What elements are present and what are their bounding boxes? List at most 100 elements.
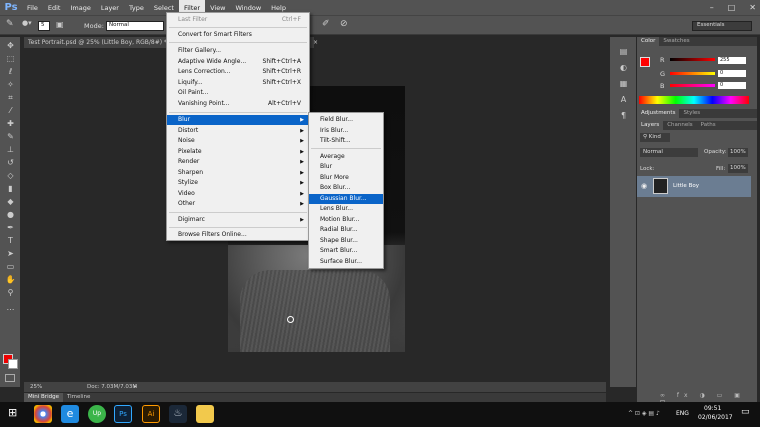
r-slider[interactable] (670, 58, 715, 61)
menu-file[interactable]: File (22, 0, 43, 15)
pen-tool-icon[interactable]: ✒ (5, 223, 16, 232)
photoshop-taskbar-icon[interactable]: Ps (114, 405, 132, 423)
pressure-icon[interactable]: ⊘ (340, 19, 348, 29)
tab-color[interactable]: Color (637, 37, 660, 46)
opacity-field[interactable]: 100% (728, 148, 748, 157)
illustrator-taskbar-icon[interactable]: Ai (142, 405, 160, 423)
quick-select-tool-icon[interactable]: ✧ (5, 80, 16, 89)
brush-tool-icon[interactable]: ✎ (5, 132, 16, 141)
eraser-tool-icon[interactable]: ◇ (5, 171, 16, 180)
menu-adaptive-wide-angle[interactable]: Adaptive Wide Angle... Shift+Ctrl+A (167, 57, 309, 67)
menu-stylize[interactable]: Stylize ▶ (167, 178, 309, 188)
menu-image[interactable]: Image (65, 0, 95, 15)
menu-blur[interactable]: Blur ▶ (167, 115, 309, 125)
visibility-eye-icon[interactable]: ◉ (641, 182, 647, 190)
marquee-tool-icon[interactable]: ⬚ (5, 54, 16, 63)
background-color-swatch[interactable] (8, 359, 18, 369)
menu-layer[interactable]: Layer (96, 0, 124, 15)
menu-lens-correction[interactable]: Lens Correction... Shift+Ctrl+R (167, 67, 309, 77)
menu-liquify[interactable]: Liquify... Shift+Ctrl+X (167, 78, 309, 88)
blur-surface-blur[interactable]: Surface Blur... (309, 257, 383, 267)
blur-field-blur[interactable]: Field Blur... (309, 115, 383, 125)
fill-field[interactable]: 100% (728, 164, 748, 173)
menu-edit[interactable]: Edit (43, 0, 66, 15)
mode-select[interactable]: Normal (106, 21, 164, 31)
blur-radial-blur[interactable]: Radial Blur... (309, 225, 383, 235)
chrome-icon[interactable] (34, 405, 52, 423)
history-brush-icon[interactable]: ↺ (5, 158, 16, 167)
menu-digimarc[interactable]: Digimarc ▶ (167, 215, 309, 225)
menu-type[interactable]: Type (124, 0, 149, 15)
history-panel-icon[interactable]: ▤ (618, 47, 629, 56)
zoom-tool-icon[interactable]: ⚲ (5, 288, 16, 297)
brush-presets-icon[interactable]: ▦ (618, 79, 629, 88)
lasso-tool-icon[interactable]: ℓ (5, 67, 16, 76)
layer-row[interactable]: ◉ Little Boy (637, 176, 751, 197)
r-value[interactable]: 255 (718, 57, 746, 64)
blur-gaussian-blur[interactable]: Gaussian Blur... (309, 194, 383, 204)
stamp-tool-icon[interactable]: ⊥ (5, 145, 16, 154)
layer-name[interactable]: Little Boy (673, 183, 699, 189)
blur-box-blur[interactable]: Box Blur... (309, 183, 383, 193)
airbrush-icon[interactable]: ✐ (322, 19, 330, 29)
brush-panel-icon[interactable]: ▣ (56, 20, 64, 29)
paragraph-panel-icon[interactable]: ¶ (618, 111, 629, 120)
hand-tool-icon[interactable]: ✋ (5, 275, 16, 284)
blur-blur-more[interactable]: Blur More (309, 173, 383, 183)
blur-tool-icon[interactable]: ◆ (5, 197, 16, 206)
tab-channels[interactable]: Channels (663, 121, 696, 130)
tab-paths[interactable]: Paths (697, 121, 720, 130)
menu-filter-gallery[interactable]: Filter Gallery... (167, 46, 309, 56)
close-icon[interactable]: ✕ (749, 3, 756, 12)
brush-size-field[interactable]: 5 (38, 21, 50, 31)
gradient-tool-icon[interactable]: ▮ (5, 184, 16, 193)
blur-iris-blur[interactable]: Iris Blur... (309, 126, 383, 136)
tab-timeline[interactable]: Timeline (63, 393, 94, 402)
status-arrow-icon[interactable]: ▸ (134, 382, 137, 392)
clock-time[interactable]: 09:51 (704, 405, 721, 412)
blur-tilt-shift[interactable]: Tilt-Shift... (309, 136, 383, 146)
path-select-tool-icon[interactable]: ➤ (5, 249, 16, 258)
tray-icons[interactable]: ^ ⊡ ◈ ▤ ♪ (628, 410, 660, 417)
language-indicator[interactable]: ENG (676, 410, 689, 417)
tab-styles[interactable]: Styles (679, 109, 704, 118)
menu-render[interactable]: Render ▶ (167, 157, 309, 167)
b-slider[interactable] (670, 84, 715, 87)
layer-filter-kind[interactable]: ⚲ Kind (640, 133, 670, 142)
crop-tool-icon[interactable]: ⌗ (5, 93, 16, 102)
document-close-icon[interactable]: × (313, 37, 318, 48)
notifications-icon[interactable]: ▭ (741, 407, 750, 417)
menu-video[interactable]: Video ▶ (167, 189, 309, 199)
shape-tool-icon[interactable]: ▭ (5, 262, 16, 271)
tab-mini-bridge[interactable]: Mini Bridge (24, 393, 63, 402)
clock-date[interactable]: 02/06/2017 (698, 414, 733, 421)
dodge-tool-icon[interactable]: ● (5, 210, 16, 219)
move-tool-icon[interactable]: ✥ (5, 41, 16, 50)
menu-oil-paint[interactable]: Oil Paint... (167, 88, 309, 98)
upwork-icon[interactable]: Up (88, 405, 106, 423)
menu-distort[interactable]: Distort ▶ (167, 126, 309, 136)
blur-lens-blur[interactable]: Lens Blur... (309, 204, 383, 214)
menu-browse-filters-online[interactable]: Browse Filters Online... (167, 230, 309, 240)
color-fg-swatch[interactable] (640, 57, 650, 67)
tab-adjustments[interactable]: Adjustments (637, 109, 680, 118)
type-tool-icon[interactable]: T (5, 236, 16, 245)
menu-convert-smart-filters[interactable]: Convert for Smart Filters (167, 30, 309, 40)
more-tools-icon[interactable]: … (5, 303, 16, 312)
g-slider[interactable] (670, 72, 715, 75)
blur-shape-blur[interactable]: Shape Blur... (309, 236, 383, 246)
menu-last-filter[interactable]: Last Filter Ctrl+F (167, 15, 309, 25)
eyedropper-tool-icon[interactable]: ⁄ (5, 106, 16, 115)
healing-tool-icon[interactable]: ✚ (5, 119, 16, 128)
blur-smart-blur[interactable]: Smart Blur... (309, 246, 383, 256)
properties-panel-icon[interactable]: ◐ (618, 63, 629, 72)
tab-layers[interactable]: Layers (637, 121, 664, 130)
file-explorer-icon[interactable] (196, 405, 214, 423)
edge-icon[interactable]: e (61, 405, 79, 423)
blur-motion-blur[interactable]: Motion Blur... (309, 215, 383, 225)
blur-blur[interactable]: Blur (309, 162, 383, 172)
brush-preset-icon[interactable]: ●▾ (22, 19, 32, 27)
menu-pixelate[interactable]: Pixelate ▶ (167, 147, 309, 157)
maximize-icon[interactable]: □ (728, 3, 736, 12)
quick-mask-icon[interactable] (5, 374, 15, 382)
